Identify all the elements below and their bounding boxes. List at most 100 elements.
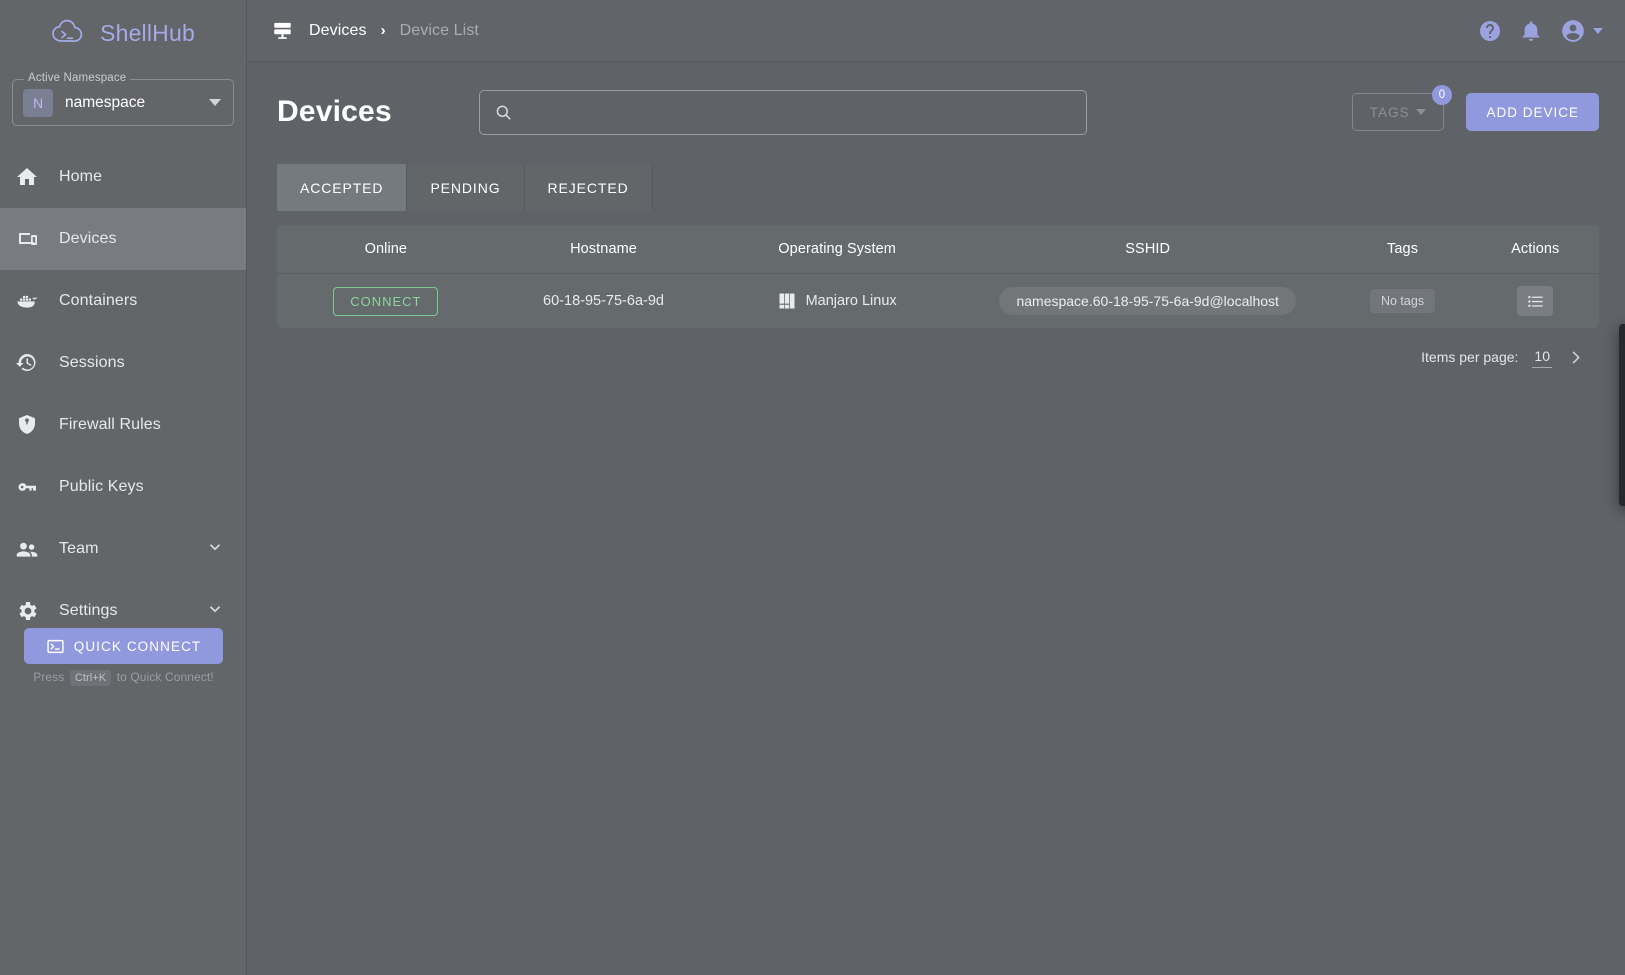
account-circle-icon[interactable] [1560,18,1586,44]
column-header-operating-system: Operating System [778,241,896,257]
context-menu-item-remove[interactable]: Remove [1619,442,1625,496]
namespace-legend: Active Namespace [24,72,131,84]
quick-connect-button[interactable]: QUICK CONNECT [24,628,223,664]
sidebar-item-label: Team [59,540,99,557]
search-box[interactable] [478,89,1087,135]
devices-table-card: Online Hostname Operating System SSHID T… [277,225,1599,328]
next-page-button[interactable] [1566,348,1585,367]
tab-rejected[interactable]: REJECTED [524,164,653,211]
sidebar-item-sessions[interactable]: Sessions [0,332,246,394]
terminal-icon [46,637,65,656]
devices-table: Online Hostname Operating System SSHID T… [277,225,1599,328]
app-root: ShellHub Active Namespace N namespace Ho… [0,0,1625,975]
sidebar-item-label: Containers [59,292,138,309]
sidebar-item-label: Sessions [59,354,125,371]
table-head: Online Hostname Operating System SSHID T… [277,225,1599,274]
namespace-name: namespace [65,93,146,111]
cloud-terminal-icon [52,19,83,42]
search-input[interactable] [523,103,1072,121]
list-menu-icon [1526,292,1545,311]
hint-suffix: to Quick Connect! [116,670,214,684]
search-icon [494,103,513,122]
topbar: Devices › Device List [247,0,1625,62]
docker-whale-icon [15,289,59,313]
table-body: CONNECT 60-18-95-75-6a-9d Manjaro Linux … [277,273,1599,328]
context-menu-item-add-tags[interactable]: Add Tags [1619,388,1625,442]
sidebar-item-public-keys[interactable]: Public Keys [0,456,246,518]
cell-online: CONNECT [277,273,495,328]
chevron-down-icon [1416,109,1427,115]
sidebar-item-containers[interactable]: Containers [0,270,246,332]
page-title: Devices [277,95,392,128]
items-per-page-value: 10 [1534,348,1550,364]
help-circle-icon[interactable] [1478,19,1502,43]
sidebar-item-label: Firewall Rules [59,416,161,433]
brand-name: ShellHub [100,19,195,46]
sidebar-item-label: Devices [59,230,117,247]
pagination: Items per page: 10 [277,328,1599,368]
bell-icon[interactable] [1519,19,1543,43]
row-context-menu: Details Add Tags Remove [1619,324,1625,506]
namespace-selector[interactable]: Active Namespace N namespace [12,72,234,126]
tags-count-badge: 0 [1432,85,1453,105]
status-tabs: ACCEPTED PENDING REJECTED [277,164,1599,211]
tab-pending[interactable]: PENDING [407,164,525,211]
namespace-avatar: N [23,88,53,117]
cell-hostname: 60-18-95-75-6a-9d [494,273,713,328]
sidebar-item-label: Public Keys [59,478,144,495]
column-header-sshid: SSHID [1125,241,1171,257]
connect-button[interactable]: CONNECT [333,286,439,316]
server-icon [271,19,294,42]
cell-tags: No tags [1333,273,1472,328]
table-row[interactable]: CONNECT 60-18-95-75-6a-9d Manjaro Linux … [277,273,1599,328]
os-name: Manjaro Linux [805,293,897,309]
table-header-row: Online Hostname Operating System SSHID T… [277,225,1599,274]
items-per-page-label: Items per page: [1421,349,1519,365]
cell-sshid: namespace.60-18-95-75-6a-9d@localhost [961,273,1334,328]
tab-accepted[interactable]: ACCEPTED [277,164,408,211]
gear-icon [15,599,59,623]
breadcrumb-device-list: Device List [399,21,479,39]
chevron-down-icon [209,99,221,106]
main-area: Devices › Device List Devices TAGS 0 ADD… [247,0,1625,975]
sshid-chip[interactable]: namespace.60-18-95-75-6a-9d@localhost [999,287,1296,315]
brand-logo[interactable]: ShellHub [0,0,246,66]
chevron-down-icon[interactable] [1593,27,1603,34]
sidebar: ShellHub Active Namespace N namespace Ho… [0,0,247,975]
chevron-down-icon [206,538,224,561]
row-actions-button[interactable] [1517,286,1554,316]
manjaro-logo-icon [778,292,796,310]
sidebar-nav: Home Devices Containers Sessions Firewal… [0,146,246,642]
content: Devices TAGS 0 ADD DEVICE ACCEPTED PENDI… [247,62,1625,368]
tags-button-label: TAGS [1369,104,1410,120]
column-header-actions: Actions [1511,241,1560,257]
devices-icon [15,227,59,251]
no-tags-chip: No tags [1369,289,1436,313]
tags-filter-button[interactable]: TAGS 0 [1351,85,1453,131]
shield-icon [15,413,59,437]
sidebar-item-devices[interactable]: Devices [0,208,246,270]
quick-connect-hint: Press Ctrl+K to Quick Connect! [0,670,247,686]
page-header: Devices TAGS 0 ADD DEVICE [277,62,1599,162]
chevron-down-icon [206,600,224,623]
people-icon [15,537,59,561]
column-header-tags: Tags [1387,241,1419,257]
column-header-online: Online [364,241,408,257]
sidebar-item-label: Settings [59,602,118,619]
hint-key: Ctrl+K [69,670,112,686]
add-device-button[interactable]: ADD DEVICE [1466,93,1599,131]
items-per-page-select[interactable]: 10 [1532,346,1552,368]
cell-operating-system: Manjaro Linux [712,273,962,328]
context-menu-item-details[interactable]: Details [1619,334,1625,388]
quick-connect-label: QUICK CONNECT [73,638,202,654]
breadcrumb-devices[interactable]: Devices [309,22,367,40]
sidebar-item-firewall-rules[interactable]: Firewall Rules [0,394,246,456]
chevron-right-icon: › [380,22,386,39]
sidebar-item-team[interactable]: Team [0,518,246,580]
column-header-hostname: Hostname [570,241,637,257]
history-icon [15,351,59,375]
home-icon [15,165,59,189]
hint-prefix: Press [33,670,65,684]
sidebar-item-home[interactable]: Home [0,146,246,208]
cell-actions [1471,273,1599,328]
